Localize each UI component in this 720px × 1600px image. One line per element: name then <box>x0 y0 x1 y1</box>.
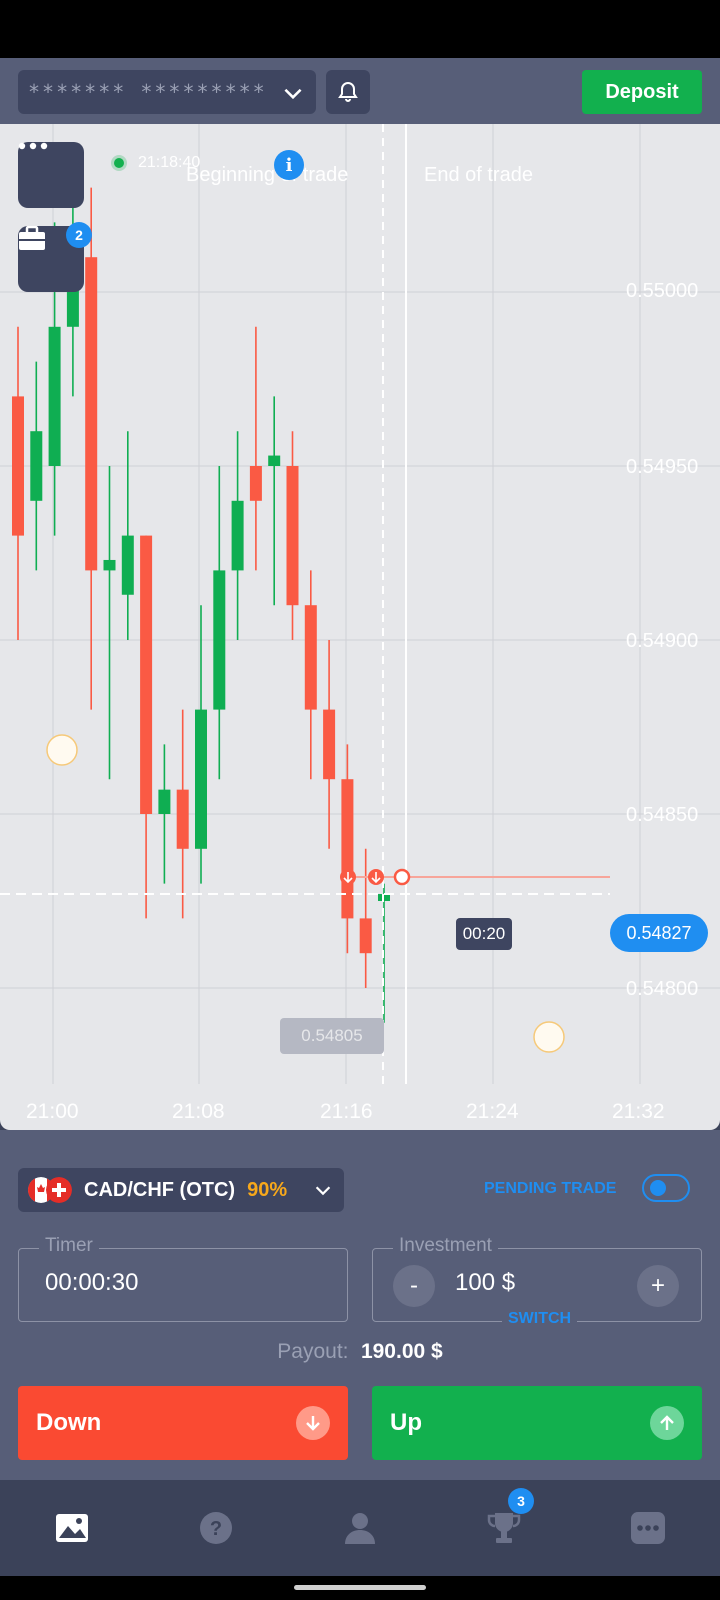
bottom-navigation: ? 3 <box>0 1480 720 1576</box>
trade-panel: CAD/CHF (OTC) 90% PENDING TRADE Timer 00… <box>0 1130 720 1480</box>
x-tick-label: 21:16 <box>320 1100 373 1123</box>
trophy-icon <box>487 1513 521 1543</box>
current-price-tag: 0.54827 <box>610 914 708 952</box>
live-indicator <box>114 158 124 168</box>
end-of-trade-label: End of trade <box>424 164 533 186</box>
x-tick-label: 21:08 <box>172 1100 225 1123</box>
nav-tournaments[interactable]: 3 <box>484 1488 534 1548</box>
x-tick-label: 21:32 <box>612 1100 665 1123</box>
profile-icon <box>345 1513 375 1544</box>
payout-row: Payout: 190.00 $ <box>0 1340 720 1364</box>
svg-text:?: ? <box>210 1518 222 1540</box>
timer-legend: Timer <box>39 1235 99 1257</box>
candle-body <box>121 535 134 595</box>
info-icon[interactable]: i <box>274 150 304 180</box>
x-tick-label: 21:00 <box>26 1100 79 1123</box>
investment-value: 100 $ <box>455 1269 516 1296</box>
toggle-knob <box>650 1180 666 1196</box>
candle-body <box>176 789 189 849</box>
beginning-of-trade-label: Beginning of trade <box>186 164 349 186</box>
switch-button[interactable]: SWITCH <box>502 1310 578 1328</box>
payout-label: Payout: <box>277 1340 349 1363</box>
chevron-down-icon <box>284 88 302 100</box>
top-bar: ******* ********* Deposit <box>0 58 720 124</box>
expiry-countdown: 00:20 <box>456 918 512 950</box>
candle-body <box>158 789 171 814</box>
asset-selector[interactable]: CAD/CHF (OTC) 90% <box>18 1168 344 1212</box>
asset-payout-percent: 90% <box>247 1178 288 1201</box>
arrow-up-icon <box>650 1406 684 1440</box>
nav-profile[interactable] <box>340 1508 380 1548</box>
candle-body <box>103 559 116 571</box>
low-price-marker: 0.54805 <box>280 1018 384 1054</box>
notifications-button[interactable] <box>326 70 370 114</box>
up-button[interactable]: Up <box>372 1386 702 1460</box>
chart-icon <box>56 1514 88 1542</box>
candle-body <box>140 535 153 814</box>
candle-body <box>48 326 61 466</box>
x-tick-label: 21:24 <box>466 1100 519 1123</box>
candle-body <box>341 779 354 919</box>
investment-legend: Investment <box>393 1235 498 1257</box>
timer-value: 00:00:30 <box>45 1269 139 1296</box>
candle-body <box>249 466 262 501</box>
bell-icon <box>338 81 358 102</box>
account-selector[interactable]: ******* ********* <box>18 70 316 114</box>
timer-field[interactable]: Timer 00:00:30 <box>18 1235 348 1322</box>
chart-canvas <box>0 124 720 1084</box>
help-icon: ? <box>200 1512 232 1544</box>
candle-body <box>304 605 317 710</box>
app-screen: ******* ********* Deposit 2 21:18:40 Beg… <box>0 0 720 1600</box>
nav-chart[interactable] <box>52 1508 92 1548</box>
up-label: Up <box>390 1409 422 1436</box>
candle-body <box>359 918 372 954</box>
account-masked-text: ******* ********* <box>28 80 267 104</box>
increase-investment-button[interactable]: + <box>637 1265 679 1307</box>
chat-icon <box>631 1512 665 1544</box>
home-bar <box>294 1585 426 1590</box>
payout-value: 190.00 $ <box>360 1340 443 1363</box>
more-options-button[interactable] <box>18 142 84 208</box>
touch-indicator <box>46 734 78 766</box>
candle-body <box>268 455 281 466</box>
candle-body <box>12 396 24 536</box>
down-button[interactable]: Down <box>18 1386 348 1460</box>
briefcase-icon <box>19 226 45 250</box>
price-chart[interactable]: 2 21:18:40 Beginning of trade i End of t… <box>0 124 720 1130</box>
decrease-investment-button[interactable]: - <box>393 1265 435 1307</box>
status-bar <box>0 0 720 58</box>
arrow-down-icon <box>296 1406 330 1440</box>
y-tick-label: 0.54950 <box>626 456 699 478</box>
more-dots-icon <box>18 142 48 150</box>
y-tick-label: 0.54900 <box>626 630 699 652</box>
y-tick-label: 0.54850 <box>626 804 699 826</box>
home-indicator <box>0 1576 720 1600</box>
portfolio-count-badge: 2 <box>66 222 92 248</box>
nav-chat[interactable] <box>628 1508 668 1548</box>
y-tick-label: 0.54800 <box>626 978 699 1000</box>
touch-indicator <box>533 1021 565 1053</box>
down-label: Down <box>36 1409 102 1436</box>
candle-body <box>30 431 43 501</box>
currency-flags <box>28 1175 78 1205</box>
candle-body <box>286 466 299 606</box>
y-tick-label: 0.55000 <box>626 280 699 302</box>
tournaments-badge: 3 <box>508 1488 534 1514</box>
nav-help[interactable]: ? <box>196 1508 236 1548</box>
chevron-down-icon <box>315 1186 331 1196</box>
candle-body <box>195 709 207 849</box>
asset-name: CAD/CHF (OTC) <box>84 1178 236 1201</box>
pending-trade-label: PENDING TRADE <box>484 1180 617 1197</box>
candle-body <box>213 570 226 710</box>
pending-trade-toggle[interactable] <box>642 1174 690 1202</box>
candle-body <box>323 709 336 780</box>
switzerland-flag-icon <box>46 1177 72 1203</box>
portfolio-button[interactable]: 2 <box>18 222 92 292</box>
candle-body <box>85 257 98 571</box>
candle-body <box>231 500 244 571</box>
deposit-button[interactable]: Deposit <box>582 70 702 114</box>
trade-marker-open <box>393 868 411 886</box>
